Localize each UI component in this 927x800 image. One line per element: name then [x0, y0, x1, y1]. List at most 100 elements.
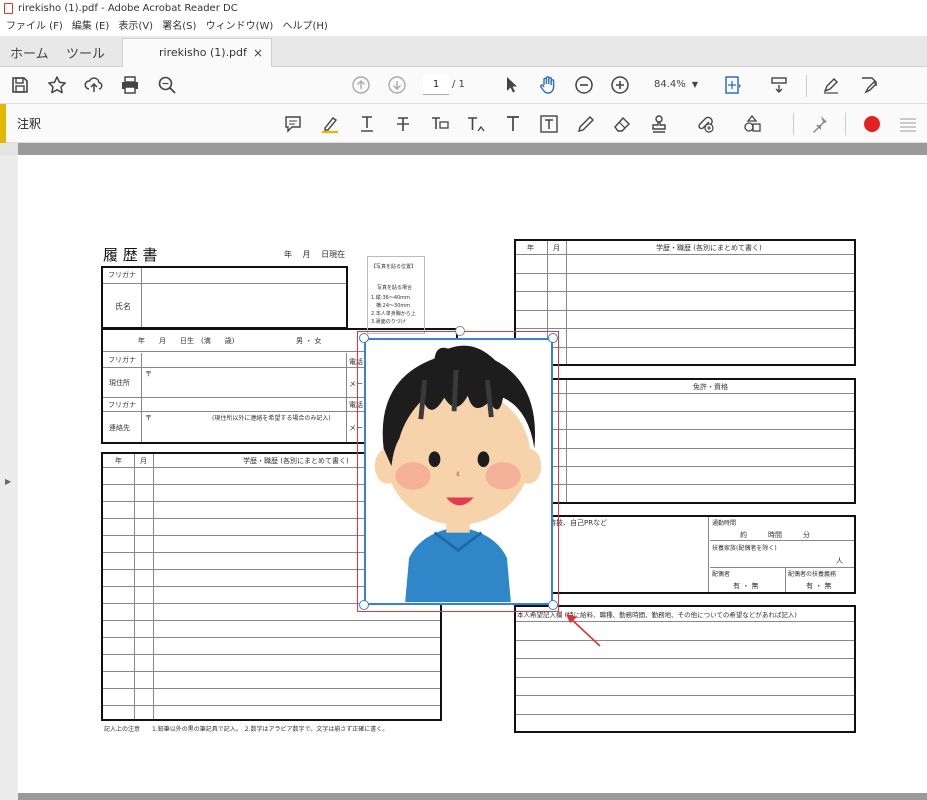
annot-divider-2 — [845, 113, 846, 135]
pin-icon[interactable] — [808, 113, 830, 135]
add-text-icon[interactable] — [502, 113, 524, 135]
photo-title: 【写真を貼る位置】 — [371, 264, 417, 270]
tab-document[interactable]: rirekisho (1).pdf × — [122, 38, 272, 68]
divider — [710, 540, 854, 541]
page-total: / 1 — [452, 79, 465, 90]
resize-handle-top-left[interactable] — [359, 333, 369, 343]
history-header-left: 学歴・職歴 (各別にまとめて書く) — [243, 457, 349, 465]
page-up-icon[interactable] — [350, 74, 372, 96]
hand-tool-icon[interactable] — [537, 74, 559, 96]
print-icon[interactable] — [119, 74, 141, 96]
table-row-line — [103, 671, 440, 672]
tab-tools[interactable]: ツール — [66, 43, 105, 62]
table-row-line — [516, 328, 854, 329]
expand-arrow-icon[interactable]: ▶ — [5, 477, 11, 486]
window-title-bar: rirekisho (1).pdf - Adobe Acrobat Reader… — [0, 0, 927, 17]
cloud-upload-icon[interactable] — [83, 74, 105, 96]
footnote: 記入上の注意 1.鉛筆以外の黒の筆記具で記入。 2.数字はアラビア数字で。文字は… — [104, 726, 389, 733]
menu-edit[interactable]: 編集 (E) — [72, 18, 109, 36]
annot-divider — [793, 113, 794, 135]
pdf-app-icon — [4, 3, 13, 14]
table-row-line — [516, 484, 854, 485]
zoom-out-icon[interactable] — [573, 74, 595, 96]
stamp-icon[interactable] — [648, 113, 670, 135]
table-row-line — [516, 272, 854, 274]
sticky-note-icon[interactable] — [282, 113, 304, 135]
table-row-line — [516, 309, 854, 311]
divider — [346, 353, 347, 442]
comment-toolbar-title: 注釈 — [17, 117, 42, 131]
photo-instr-4: 2.本人単身胸から上 — [371, 311, 416, 317]
table-row-line — [516, 713, 854, 715]
menu-sign[interactable]: 署名(S) — [162, 18, 196, 36]
pencil-draw-icon[interactable] — [575, 113, 597, 135]
bookmark-star-icon[interactable] — [46, 74, 68, 96]
select-cursor-icon[interactable] — [500, 74, 522, 96]
table-row-line — [103, 705, 440, 706]
name-label: 氏名 — [115, 302, 131, 311]
insert-text-icon[interactable] — [465, 113, 487, 135]
read-mode-icon[interactable] — [768, 74, 790, 96]
zoom-level-select[interactable]: 84.4% ▼ — [648, 75, 704, 95]
commute-value: 約 時間 分 — [740, 531, 810, 539]
resize-handle-bottom-right[interactable] — [548, 600, 558, 610]
birth-date-label: 年 月 日生 (満 歳) — [138, 337, 235, 345]
commute-label: 通勤時間 — [712, 520, 737, 527]
strikethrough-text-icon[interactable] — [392, 113, 414, 135]
table-row-line — [516, 465, 854, 467]
history-month-header: 月 — [140, 457, 147, 465]
page-down-icon[interactable] — [386, 74, 408, 96]
divider — [785, 567, 786, 592]
color-picker-icon[interactable] — [861, 113, 883, 135]
postal-mark-2: 〒 — [145, 414, 152, 422]
menu-help[interactable]: ヘルプ(H) — [283, 18, 328, 36]
search-zoom-icon[interactable] — [156, 74, 178, 96]
page-number-input[interactable]: 1 — [423, 75, 449, 95]
history-header-right: 学歴・職歴 (各別にまとめて書く) — [656, 244, 762, 252]
resize-handle-bottom-left[interactable] — [359, 600, 369, 610]
text-box-icon[interactable] — [538, 113, 560, 135]
table-row-line — [516, 695, 854, 696]
history-year-header: 年 — [115, 457, 122, 465]
red-arrow-icon — [566, 614, 601, 647]
line-weight-icon[interactable] — [897, 113, 919, 135]
rotate-handle[interactable] — [455, 326, 465, 336]
tab-home[interactable]: ホーム — [10, 43, 49, 62]
sign-pen-icon[interactable] — [820, 74, 842, 96]
resume-title: 履 歴 書 — [103, 246, 158, 264]
eraser-icon[interactable] — [611, 113, 633, 135]
divider — [141, 353, 142, 442]
zoom-in-icon[interactable] — [609, 74, 631, 96]
save-icon[interactable] — [9, 74, 31, 96]
chevron-down-icon: ▼ — [691, 80, 698, 89]
face-photo-image[interactable] — [364, 338, 553, 605]
contact-note: (現住所以外に連絡を希望する場合のみ記入) — [212, 415, 331, 422]
gender-label: 男 ・ 女 — [296, 337, 322, 345]
shapes-icon[interactable] — [741, 113, 763, 135]
table-row-line — [516, 291, 854, 292]
tab-close-icon[interactable]: × — [253, 39, 263, 67]
address-label: 現住所 — [109, 379, 130, 387]
table-row-line — [516, 411, 854, 413]
table-row-line — [516, 658, 854, 659]
table-row-line — [103, 688, 440, 689]
comment-toolbar-accent — [0, 104, 6, 143]
underline-text-icon[interactable] — [356, 113, 378, 135]
photo-instr-5: 3.裏面のりづけ — [371, 319, 406, 325]
tab-document-label: rirekisho (1).pdf — [159, 46, 247, 59]
left-pane-collapsed[interactable]: ▶ — [0, 155, 18, 800]
divider — [710, 567, 854, 568]
dependents-unit: 人 — [836, 557, 843, 565]
fill-sign-icon[interactable] — [858, 74, 880, 96]
menu-file[interactable]: ファイル (F) — [6, 18, 63, 36]
zoom-level: 84.4% — [654, 79, 686, 90]
menu-view[interactable]: 表示(V) — [118, 18, 153, 36]
fit-page-icon[interactable] — [722, 74, 744, 96]
attach-file-icon[interactable] — [694, 113, 716, 135]
boy-illustration — [374, 345, 542, 603]
menu-window[interactable]: ウィンドウ(W) — [206, 18, 274, 36]
replace-text-icon[interactable] — [429, 113, 451, 135]
highlighter-icon[interactable] — [319, 113, 341, 135]
resize-handle-top-right[interactable] — [548, 333, 558, 343]
furigana-label: フリガナ — [108, 271, 136, 279]
